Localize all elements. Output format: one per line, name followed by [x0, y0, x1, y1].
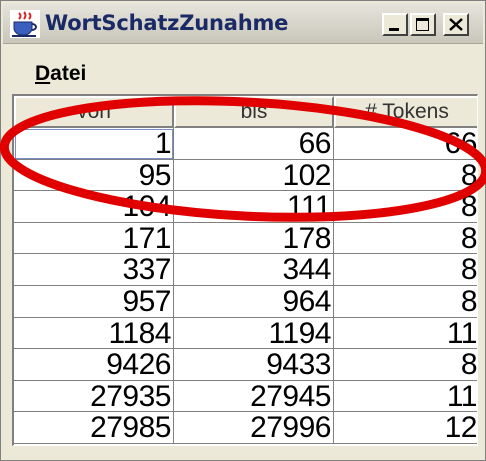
cell-bis[interactable]: 964: [174, 285, 334, 318]
cell-tokens[interactable]: 8: [334, 349, 477, 381]
cell-von[interactable]: 27935: [14, 380, 174, 413]
maximize-button[interactable]: [410, 13, 436, 36]
table-row[interactable]: 957 964 8: [14, 285, 477, 318]
table-row[interactable]: 9426 9433 8: [14, 349, 477, 381]
table-row[interactable]: 171 178 8: [14, 222, 477, 255]
cell-bis[interactable]: 1194: [174, 317, 334, 350]
cell-tokens[interactable]: 8: [334, 254, 477, 286]
table-row[interactable]: 104 111 8: [14, 191, 477, 223]
cell-bis[interactable]: 27945: [174, 380, 334, 413]
column-header-von[interactable]: von: [14, 96, 174, 128]
data-table[interactable]: von bis # Tokens 1 66 66 95 102 8 104 11…: [12, 94, 478, 446]
cell-bis[interactable]: 111: [174, 191, 334, 223]
table-row[interactable]: 27985 27996 12: [14, 412, 477, 444]
cell-tokens[interactable]: 11: [334, 381, 477, 413]
cell-von[interactable]: 1: [14, 128, 174, 160]
column-header-bis[interactable]: bis: [174, 96, 334, 128]
menu-datei-mnemonic: D: [35, 62, 51, 85]
window-title: WortSchatzZunahme: [45, 11, 289, 35]
close-button[interactable]: [443, 13, 469, 36]
cell-tokens[interactable]: 8: [334, 191, 477, 223]
table-header: von bis # Tokens: [14, 96, 477, 128]
cell-bis[interactable]: 178: [174, 222, 334, 255]
close-icon: [449, 18, 463, 31]
cell-von[interactable]: 171: [14, 222, 174, 255]
cell-von[interactable]: 104: [14, 191, 174, 223]
coffee-cup-app-icon: [10, 10, 40, 38]
table-body: 1 66 66 95 102 8 104 111 8 171 178 8 337: [14, 128, 477, 444]
cell-tokens[interactable]: 8: [334, 160, 477, 192]
title-bar[interactable]: WortSchatzZunahme: [3, 3, 483, 44]
cell-tokens[interactable]: 66: [334, 128, 477, 160]
cell-tokens[interactable]: 12: [334, 412, 477, 444]
cell-von[interactable]: 9426: [14, 349, 174, 381]
minimize-button[interactable]: [382, 13, 408, 36]
cell-von[interactable]: 95: [14, 159, 174, 192]
table-row[interactable]: 27935 27945 11: [14, 380, 477, 413]
cell-von[interactable]: 337: [14, 254, 174, 286]
menu-datei[interactable]: Datei: [35, 62, 86, 86]
cell-bis[interactable]: 27996: [174, 412, 334, 444]
cell-von[interactable]: 1184: [14, 317, 174, 350]
table-row[interactable]: 337 344 8: [14, 254, 477, 286]
cell-von[interactable]: 27985: [14, 412, 174, 444]
table-row[interactable]: 1 66 66: [14, 128, 477, 160]
app-window: WortSchatzZunahme Datei von bis # Tokens…: [0, 0, 486, 461]
table-row[interactable]: 95 102 8: [14, 159, 477, 192]
cell-bis[interactable]: 102: [174, 159, 334, 192]
column-header-tokens[interactable]: # Tokens: [334, 96, 477, 128]
cell-bis[interactable]: 66: [174, 128, 334, 160]
cell-bis[interactable]: 9433: [174, 349, 334, 381]
cell-von[interactable]: 957: [14, 285, 174, 318]
menu-bar: Datei: [3, 45, 483, 93]
cell-tokens[interactable]: 11: [334, 318, 477, 350]
cell-tokens[interactable]: 8: [334, 286, 477, 318]
table-row[interactable]: 1184 1194 11: [14, 317, 477, 350]
cell-bis[interactable]: 344: [174, 254, 334, 286]
menu-datei-label: atei: [50, 62, 87, 85]
cell-tokens[interactable]: 8: [334, 223, 477, 255]
